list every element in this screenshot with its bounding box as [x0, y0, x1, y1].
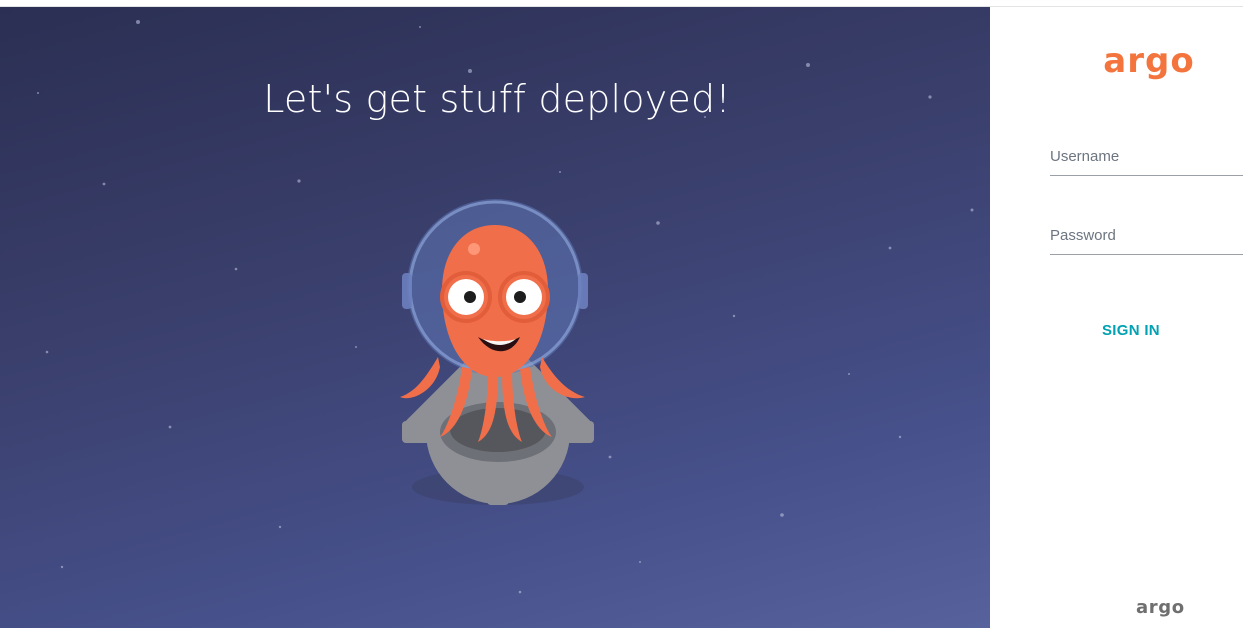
username-input[interactable] — [1050, 145, 1243, 167]
password-field[interactable] — [1050, 224, 1243, 255]
login-panel: argo SIGN IN argo — [990, 7, 1243, 628]
login-page: Let's get stuff deployed! argo Username … — [0, 0, 1243, 628]
argo-octopus-mascot-icon — [400, 199, 594, 505]
sign-in-button[interactable]: SIGN IN — [1100, 320, 1162, 340]
username-field[interactable] — [1050, 145, 1243, 176]
top-strip — [0, 0, 1243, 7]
password-input[interactable] — [1050, 224, 1243, 246]
hero-panel: Let's get stuff deployed! — [0, 7, 990, 628]
hero-title: Let's get stuff deployed! — [263, 77, 731, 121]
footer-argo-logo: argo — [1136, 597, 1185, 618]
argo-logo: argo — [1103, 41, 1195, 81]
